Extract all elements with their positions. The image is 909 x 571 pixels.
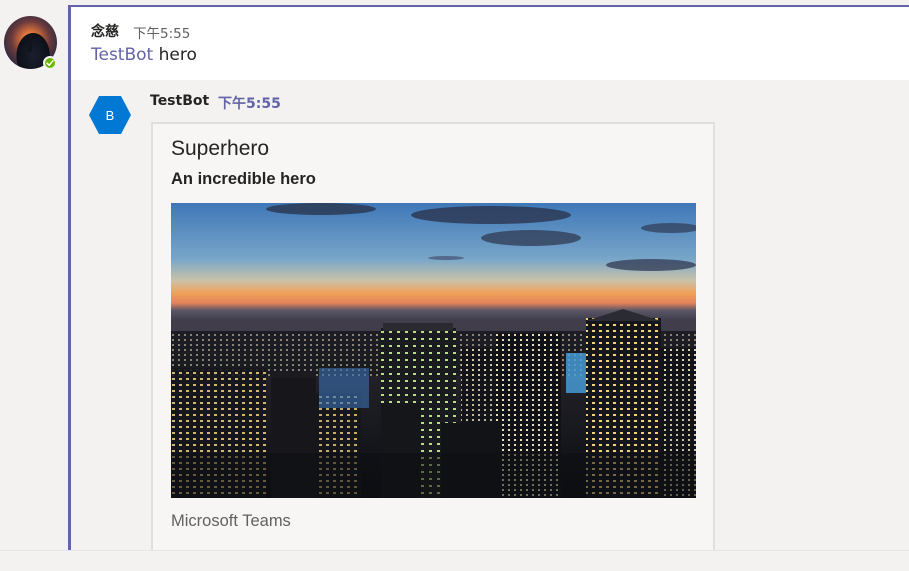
card-subtitle: An incredible hero	[171, 170, 316, 188]
bot-reply: B TestBot 下午5:55 Superhero An incredible…	[71, 80, 909, 562]
mention-link[interactable]: TestBot	[91, 45, 153, 65]
reply-timestamp: 下午5:55	[218, 96, 281, 112]
message-text: hero	[153, 45, 197, 65]
bottom-strip	[0, 550, 909, 571]
card-text: Microsoft Teams	[171, 512, 291, 530]
message-author[interactable]: 念慈	[91, 21, 119, 41]
message-body: TestBot hero	[91, 45, 197, 65]
card-title: Superhero	[171, 137, 270, 160]
reply-author[interactable]: TestBot	[150, 93, 209, 109]
hero-card[interactable]: Superhero An incredible hero Microsoft T…	[151, 122, 715, 562]
hero-image[interactable]	[171, 203, 696, 498]
check-icon	[46, 60, 54, 66]
root-message[interactable]: 念慈 下午5:55 TestBot hero	[71, 5, 909, 80]
message-timestamp: 下午5:55	[133, 26, 191, 42]
bot-avatar[interactable]: B	[88, 95, 132, 135]
city-skyline-image	[171, 203, 696, 498]
avatar-silhouette	[28, 34, 32, 52]
bot-avatar-initial: B	[105, 107, 115, 123]
presence-available-icon	[43, 56, 57, 70]
